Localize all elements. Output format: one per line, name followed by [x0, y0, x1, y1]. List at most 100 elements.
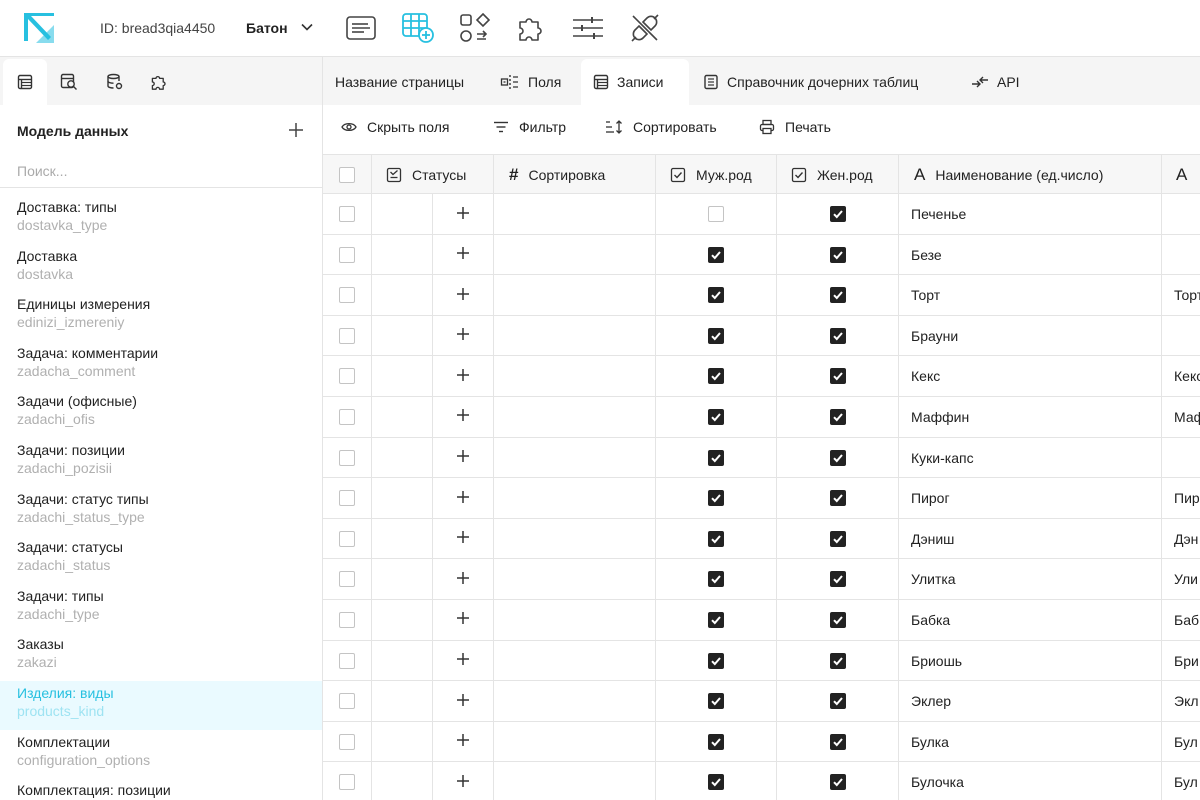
- tab-fields[interactable]: Поля: [488, 59, 573, 105]
- logo-icon[interactable]: [20, 10, 58, 46]
- filter-button[interactable]: Фильтр: [493, 119, 566, 135]
- table-row[interactable]: Маффин Маф: [323, 396, 1200, 438]
- male-checkbox[interactable]: [708, 571, 724, 588]
- sidebar-tab-plugins[interactable]: [137, 59, 181, 105]
- sidebar-tab-search[interactable]: [47, 59, 91, 105]
- male-checkbox[interactable]: [708, 733, 724, 750]
- male-checkbox[interactable]: [708, 652, 724, 669]
- tab-page-name[interactable]: Название страницы: [323, 59, 476, 105]
- female-checkbox[interactable]: [829, 490, 846, 507]
- table-row[interactable]: Булка Бул: [323, 721, 1200, 763]
- row-select-checkbox[interactable]: [339, 693, 355, 710]
- female-checkbox[interactable]: [829, 408, 846, 425]
- table-row[interactable]: Печенье: [323, 194, 1200, 235]
- table-row[interactable]: Булочка Бул: [323, 762, 1200, 800]
- female-checkbox[interactable]: [829, 530, 846, 547]
- female-checkbox[interactable]: [829, 449, 846, 466]
- sidebar-tab-tables[interactable]: [3, 59, 47, 105]
- app-name-dropdown[interactable]: Батон: [246, 20, 288, 36]
- column-name[interactable]: A Наименование (ед.число): [914, 155, 1103, 194]
- row-select-checkbox[interactable]: [339, 652, 355, 669]
- row-select-checkbox[interactable]: [339, 287, 355, 304]
- model-list-item[interactable]: Доставка: типы dostavka_type: [0, 195, 322, 244]
- chevron-down-icon[interactable]: [300, 20, 314, 34]
- tab-api[interactable]: API: [959, 59, 1032, 105]
- select-all-checkbox[interactable]: [339, 155, 355, 194]
- column-statuses[interactable]: Статусы: [386, 155, 466, 194]
- female-checkbox[interactable]: [829, 733, 846, 750]
- male-checkbox[interactable]: [708, 611, 724, 628]
- table-row[interactable]: Пирог Пир: [323, 478, 1200, 519]
- add-status-icon[interactable]: [456, 652, 470, 669]
- tab-child-tables[interactable]: Справочник дочерних таблиц: [691, 59, 930, 105]
- model-search-input[interactable]: [17, 159, 307, 183]
- female-checkbox[interactable]: [829, 693, 846, 710]
- column-female[interactable]: Жен.род: [791, 155, 873, 194]
- row-select-checkbox[interactable]: [339, 571, 355, 588]
- row-select-checkbox[interactable]: [339, 408, 355, 425]
- model-list-item[interactable]: Комплектация: позиции: [0, 778, 322, 800]
- row-select-checkbox[interactable]: [339, 733, 355, 750]
- model-list-item[interactable]: Заказы zakazi: [0, 632, 322, 681]
- add-model-icon[interactable]: [287, 121, 305, 139]
- row-select-checkbox[interactable]: [339, 368, 355, 385]
- male-checkbox[interactable]: [708, 206, 724, 222]
- row-select-checkbox[interactable]: [339, 206, 355, 222]
- table-row[interactable]: Бриошь Бри: [323, 640, 1200, 682]
- tab-records[interactable]: Записи: [581, 59, 689, 105]
- table-row[interactable]: Дэниш Дэн: [323, 518, 1200, 560]
- table-row[interactable]: Улитка Ули: [323, 559, 1200, 600]
- print-button[interactable]: Печать: [759, 119, 831, 135]
- column-male[interactable]: Муж.род: [670, 155, 752, 194]
- row-select-checkbox[interactable]: [339, 774, 355, 791]
- add-status-icon[interactable]: [456, 530, 470, 547]
- add-status-icon[interactable]: [456, 287, 470, 304]
- table-row[interactable]: Куки-капс: [323, 437, 1200, 479]
- add-status-icon[interactable]: [456, 408, 470, 425]
- add-status-icon[interactable]: [456, 246, 470, 263]
- female-checkbox[interactable]: [829, 774, 846, 791]
- model-list-item[interactable]: Задачи: типы zadachi_type: [0, 584, 322, 633]
- row-select-checkbox[interactable]: [339, 246, 355, 263]
- puzzle-icon[interactable]: [514, 11, 548, 45]
- table-row[interactable]: Торт Торт: [323, 275, 1200, 316]
- add-status-icon[interactable]: [456, 206, 470, 223]
- add-status-icon[interactable]: [456, 611, 470, 628]
- female-checkbox[interactable]: [829, 652, 846, 669]
- add-status-icon[interactable]: [456, 327, 470, 344]
- table-add-icon[interactable]: [401, 11, 435, 45]
- female-checkbox[interactable]: [829, 206, 846, 222]
- female-checkbox[interactable]: [829, 327, 846, 344]
- male-checkbox[interactable]: [708, 327, 724, 344]
- add-status-icon[interactable]: [456, 490, 470, 507]
- sidebar-tab-database[interactable]: [93, 59, 137, 105]
- model-list-item[interactable]: Задача: комментарии zadacha_comment: [0, 341, 322, 390]
- row-select-checkbox[interactable]: [339, 449, 355, 466]
- male-checkbox[interactable]: [708, 693, 724, 710]
- add-status-icon[interactable]: [456, 571, 470, 588]
- page-icon[interactable]: [344, 11, 378, 45]
- add-status-icon[interactable]: [456, 693, 470, 710]
- female-checkbox[interactable]: [829, 246, 846, 263]
- model-list-item[interactable]: Единицы измерения edinizi_izmereniy: [0, 292, 322, 341]
- model-list-item[interactable]: Изделия: виды products_kind: [0, 680, 322, 730]
- male-checkbox[interactable]: [708, 246, 724, 263]
- model-list-item[interactable]: Задачи: статусы zadachi_status: [0, 535, 322, 584]
- table-row[interactable]: Брауни: [323, 315, 1200, 357]
- female-checkbox[interactable]: [829, 368, 846, 385]
- female-checkbox[interactable]: [829, 287, 846, 304]
- column-sort[interactable]: # Сортировка: [509, 155, 605, 194]
- row-select-checkbox[interactable]: [339, 490, 355, 507]
- model-list-item[interactable]: Задачи: позиции zadachi_pozisii: [0, 438, 322, 487]
- sort-button[interactable]: Сортировать: [605, 119, 717, 135]
- male-checkbox[interactable]: [708, 449, 724, 466]
- components-icon[interactable]: [458, 11, 492, 45]
- row-select-checkbox[interactable]: [339, 611, 355, 628]
- table-row[interactable]: Эклер Экл: [323, 681, 1200, 722]
- male-checkbox[interactable]: [708, 490, 724, 507]
- column-next[interactable]: A: [1176, 155, 1187, 194]
- table-row[interactable]: Безе: [323, 234, 1200, 276]
- male-checkbox[interactable]: [708, 287, 724, 304]
- male-checkbox[interactable]: [708, 408, 724, 425]
- row-select-checkbox[interactable]: [339, 327, 355, 344]
